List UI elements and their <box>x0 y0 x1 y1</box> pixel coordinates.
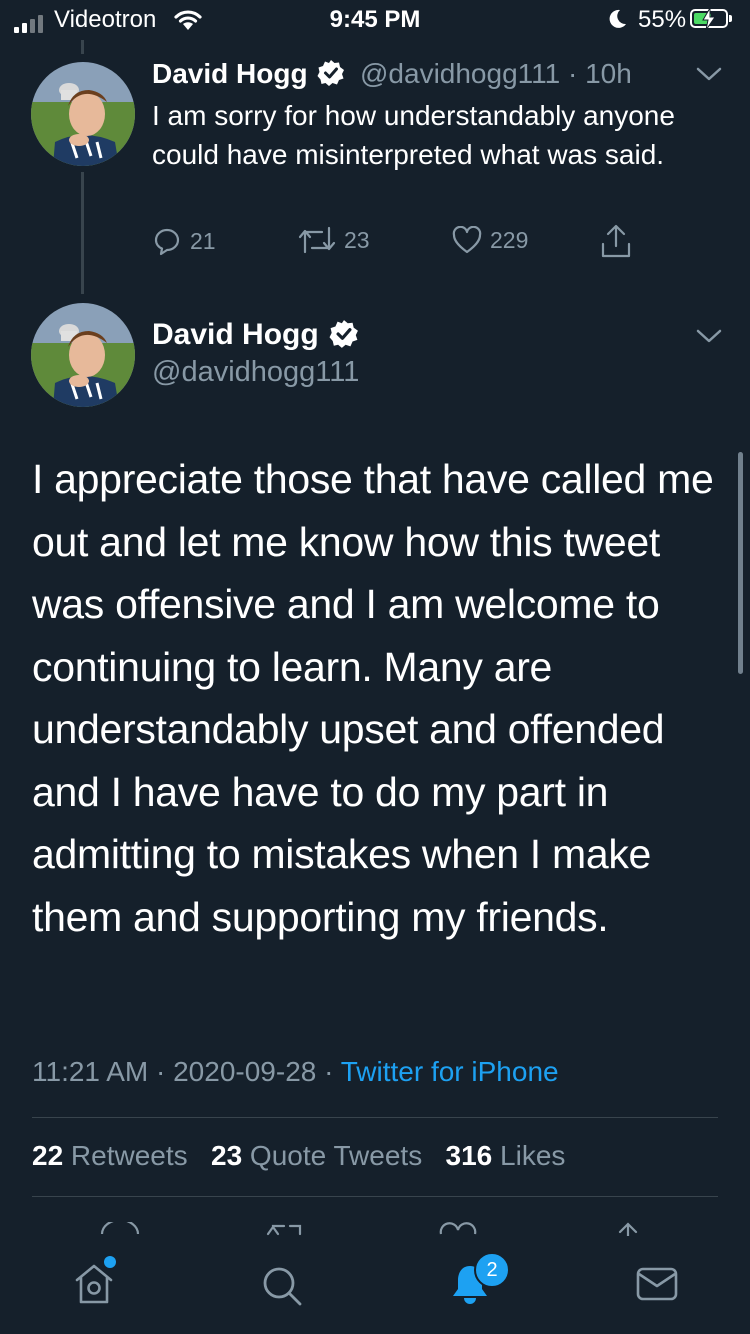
tab-notifications[interactable]: 2 <box>448 1252 510 1311</box>
retweet-icon[interactable] <box>264 1222 306 1236</box>
reply-icon[interactable] <box>100 1222 140 1236</box>
timestamp: 11:21 AM · 2020-09-28 · <box>32 1056 341 1087</box>
thread-line-top <box>81 40 84 54</box>
tab-home[interactable] <box>72 1256 116 1311</box>
tweet-text: I appreciate those that have called me o… <box>32 456 714 940</box>
share-icon <box>601 224 631 258</box>
retweet-icon <box>298 226 336 254</box>
share-button[interactable] <box>600 224 632 258</box>
search-icon <box>263 1267 302 1306</box>
author-name[interactable]: David Hogg <box>152 58 345 90</box>
new-content-dot <box>104 1256 116 1268</box>
verified-icon <box>317 60 345 86</box>
reply-count: 21 <box>190 227 216 254</box>
tweet-stats: 22 Retweets 23 Quote Tweets 316 Likes <box>32 1140 565 1172</box>
battery-charging-icon <box>690 8 728 30</box>
author-handle[interactable]: @davidhogg111 <box>152 356 359 389</box>
chevron-down-icon[interactable] <box>696 328 722 344</box>
home-icon <box>75 1264 113 1304</box>
source-link[interactable]: Twitter for iPhone <box>341 1056 559 1087</box>
divider <box>32 1117 718 1118</box>
scrollbar[interactable] <box>738 452 743 674</box>
share-icon[interactable] <box>614 1220 642 1236</box>
retweet-button[interactable]: 23 <box>298 226 370 254</box>
retweets-stat[interactable]: 22 Retweets <box>32 1140 188 1171</box>
mail-icon <box>636 1267 678 1301</box>
notification-badge: 2 <box>474 1252 510 1288</box>
like-count: 229 <box>490 226 529 253</box>
tab-search[interactable] <box>260 1264 304 1313</box>
avatar[interactable] <box>31 303 135 407</box>
tweet-text: I am sorry for how understandably anyone… <box>152 100 675 170</box>
heart-icon <box>452 226 482 254</box>
tab-messages[interactable] <box>636 1266 678 1307</box>
tab-bar: 2 <box>0 1240 750 1334</box>
verified-icon <box>329 320 358 348</box>
chevron-down-icon[interactable] <box>696 66 722 82</box>
reply-icon <box>154 228 180 256</box>
author-name[interactable]: David Hogg <box>152 318 359 352</box>
like-button[interactable]: 229 <box>452 226 528 254</box>
likes-stat[interactable]: 316 Likes <box>446 1140 566 1171</box>
author-handle-time[interactable]: @davidhogg111 · 10h <box>360 58 632 90</box>
tweet-meta: 11:21 AM · 2020-09-28 · Twitter for iPho… <box>32 1056 559 1088</box>
reply-button[interactable]: 21 <box>152 226 216 256</box>
battery-percent: 55% <box>638 6 687 33</box>
heart-icon[interactable] <box>438 1222 478 1236</box>
retweet-count: 23 <box>344 226 370 253</box>
thread-line <box>81 172 84 294</box>
status-bar: Videotron 9:45 PM 55% <box>0 0 750 40</box>
divider <box>32 1196 718 1197</box>
quote-tweets-stat[interactable]: 23 Quote Tweets <box>211 1140 422 1171</box>
moon-icon <box>609 9 626 28</box>
avatar[interactable] <box>31 62 135 166</box>
